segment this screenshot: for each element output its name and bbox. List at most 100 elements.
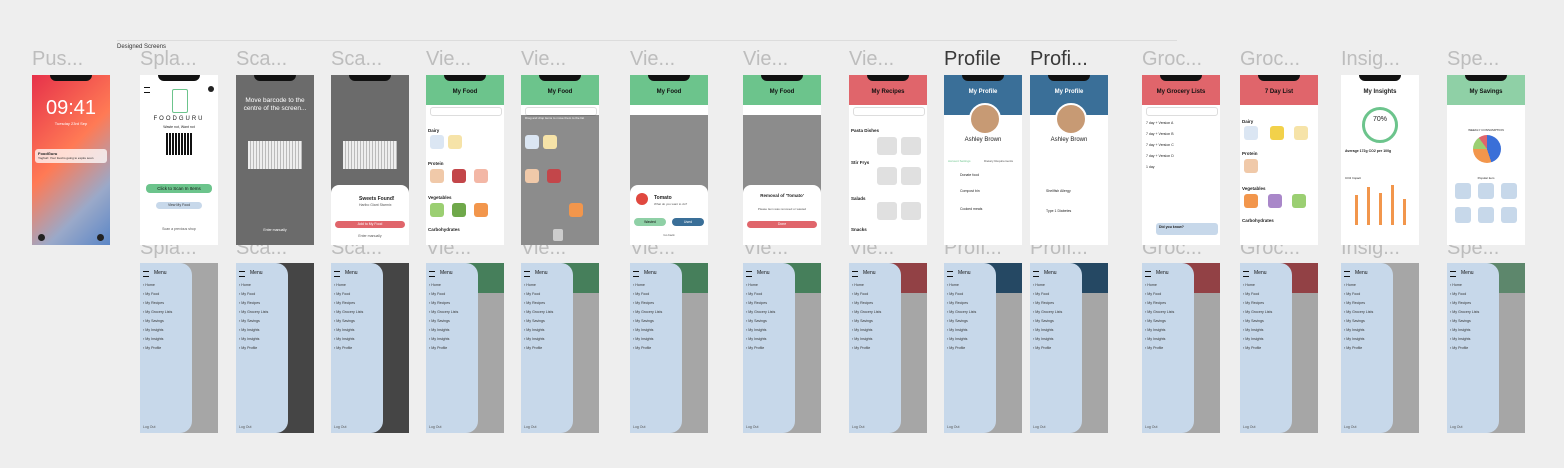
menu-item-profile[interactable]: My Profile	[1344, 344, 1373, 353]
menu-item-insights[interactable]: My Insights	[1344, 326, 1373, 335]
add-to-my-food-button[interactable]: Add to My Food	[335, 221, 405, 228]
menu-item-insights-2[interactable]: My Insights	[852, 335, 881, 344]
menu-item-home[interactable]: Home	[1344, 281, 1373, 290]
menu-item-my-food[interactable]: My Food	[1145, 290, 1174, 299]
menu-item-insights[interactable]: My Insights	[524, 326, 553, 335]
menu-icon[interactable]	[746, 271, 752, 277]
carrot-icon[interactable]	[474, 203, 488, 217]
menu-item-grocery-lists[interactable]: My Grocery Lists	[1450, 308, 1479, 317]
menu-item-home[interactable]: Home	[746, 281, 775, 290]
enter-manually-link[interactable]: Enter manually	[236, 228, 314, 232]
menu-item-home[interactable]: Home	[633, 281, 662, 290]
menu-item-insights-2[interactable]: My Insights	[1344, 335, 1373, 344]
menu-item-profile[interactable]: My Profile	[334, 344, 363, 353]
menu-icon[interactable]	[334, 271, 340, 277]
popular-item-card[interactable]	[1455, 183, 1471, 199]
menu-item-grocery-lists[interactable]: My Grocery Lists	[334, 308, 363, 317]
recipe-card[interactable]	[877, 202, 897, 220]
logout-link[interactable]: Log Out	[524, 425, 536, 429]
menu-icon[interactable]	[1033, 271, 1039, 277]
side-menu[interactable]: Menu Home My Food My Recipes My Grocery …	[1030, 263, 1082, 433]
menu-icon[interactable]	[852, 271, 858, 277]
menu-item-insights-2[interactable]: My Insights	[334, 335, 363, 344]
menu-item-home[interactable]: Home	[1145, 281, 1174, 290]
chicken-icon[interactable]	[430, 169, 444, 183]
logout-link[interactable]: Log Out	[1344, 425, 1356, 429]
menu-item-insights[interactable]: My Insights	[947, 326, 976, 335]
menu-icon[interactable]	[524, 271, 530, 277]
logout-link[interactable]: Log Out	[852, 425, 864, 429]
menu-item-my-recipes[interactable]: My Recipes	[852, 299, 881, 308]
menu-item-insights-2[interactable]: My Insights	[633, 335, 662, 344]
menu-item-insights-2[interactable]: My Insights	[239, 335, 268, 344]
menu-item-my-food[interactable]: My Food	[1344, 290, 1373, 299]
list-item[interactable]: 7 day + Version C	[1146, 143, 1174, 147]
popular-item-card[interactable]	[1501, 183, 1517, 199]
menu-item-profile[interactable]: My Profile	[1450, 344, 1479, 353]
menu-item-savings[interactable]: My Savings	[429, 317, 458, 326]
menu-item-savings[interactable]: My Savings	[1450, 317, 1479, 326]
menu-item-savings[interactable]: My Savings	[1145, 317, 1174, 326]
menu-item-grocery-lists[interactable]: My Grocery Lists	[746, 308, 775, 317]
menu-item-insights[interactable]: My Insights	[633, 326, 662, 335]
recipe-card[interactable]	[901, 137, 921, 155]
recipe-card[interactable]	[877, 167, 897, 185]
carrot-icon[interactable]	[569, 203, 583, 217]
menu-item-profile[interactable]: My Profile	[1033, 344, 1062, 353]
menu-icon[interactable]	[144, 87, 150, 93]
menu-item-my-food[interactable]: My Food	[947, 290, 976, 299]
logout-link[interactable]: Log Out	[334, 425, 346, 429]
menu-item-insights[interactable]: My Insights	[1450, 326, 1479, 335]
notification-card[interactable]: FoodGuru Yoghurt: Your food is going to …	[35, 149, 107, 163]
menu-item-home[interactable]: Home	[947, 281, 976, 290]
menu-item-my-recipes[interactable]: My Recipes	[1243, 299, 1272, 308]
dietary-row[interactable]: Shellfish Allergy	[1046, 189, 1071, 193]
logout-link[interactable]: Log Out	[1033, 425, 1045, 429]
trash-icon[interactable]	[553, 229, 563, 241]
search-input[interactable]	[853, 107, 925, 116]
menu-item-insights-2[interactable]: My Insights	[1450, 335, 1479, 344]
menu-item-profile[interactable]: My Profile	[1243, 344, 1272, 353]
menu-item-savings[interactable]: My Savings	[143, 317, 172, 326]
menu-item-grocery-lists[interactable]: My Grocery Lists	[1243, 308, 1272, 317]
setting-row[interactable]: Donate food	[960, 173, 979, 177]
chicken-icon[interactable]	[525, 169, 539, 183]
side-menu[interactable]: Menu Home My Food My Recipes My Grocery …	[743, 263, 795, 433]
search-input[interactable]	[1146, 107, 1218, 116]
menu-item-savings[interactable]: My Savings	[947, 317, 976, 326]
logout-link[interactable]: Log Out	[143, 425, 155, 429]
menu-item-savings[interactable]: My Savings	[633, 317, 662, 326]
menu-item-my-food[interactable]: My Food	[334, 290, 363, 299]
side-menu[interactable]: Menu Home My Food My Recipes My Grocery …	[1447, 263, 1499, 433]
menu-item-insights-2[interactable]: My Insights	[1243, 335, 1272, 344]
menu-item-insights-2[interactable]: My Insights	[524, 335, 553, 344]
menu-item-home[interactable]: Home	[1450, 281, 1479, 290]
push-screen[interactable]: 09:41 Tuesday 23rd Sep FoodGuru Yoghurt:…	[32, 75, 110, 245]
menu-item-savings[interactable]: My Savings	[334, 317, 363, 326]
avocado-icon[interactable]	[452, 203, 466, 217]
menu-item-my-recipes[interactable]: My Recipes	[1145, 299, 1174, 308]
menu-item-insights[interactable]: My Insights	[1145, 326, 1174, 335]
camera-icon[interactable]	[97, 234, 104, 241]
menu-item-savings[interactable]: My Savings	[1033, 317, 1062, 326]
side-menu[interactable]: Menu Home My Food My Recipes My Grocery …	[944, 263, 996, 433]
menu-item-profile[interactable]: My Profile	[524, 344, 553, 353]
recipe-card[interactable]	[901, 202, 921, 220]
steak-icon[interactable]	[452, 169, 466, 183]
setting-row[interactable]: Compost bin	[960, 189, 980, 193]
chicken-icon[interactable]	[1244, 159, 1258, 173]
logout-link[interactable]: Log Out	[239, 425, 251, 429]
menu-item-insights-2[interactable]: My Insights	[1033, 335, 1062, 344]
go-back-link[interactable]: Go back	[630, 233, 708, 237]
menu-item-home[interactable]: Home	[1033, 281, 1062, 290]
menu-icon[interactable]	[429, 271, 435, 277]
search-input[interactable]	[430, 107, 502, 116]
menu-item-home[interactable]: Home	[429, 281, 458, 290]
menu-item-grocery-lists[interactable]: My Grocery Lists	[1145, 308, 1174, 317]
menu-item-insights-2[interactable]: My Insights	[143, 335, 172, 344]
menu-item-insights[interactable]: My Insights	[143, 326, 172, 335]
wasted-button[interactable]: Wasted	[634, 218, 666, 226]
menu-item-savings[interactable]: My Savings	[239, 317, 268, 326]
menu-item-savings[interactable]: My Savings	[1243, 317, 1272, 326]
side-menu[interactable]: Menu Home My Food My Recipes My Grocery …	[236, 263, 288, 433]
